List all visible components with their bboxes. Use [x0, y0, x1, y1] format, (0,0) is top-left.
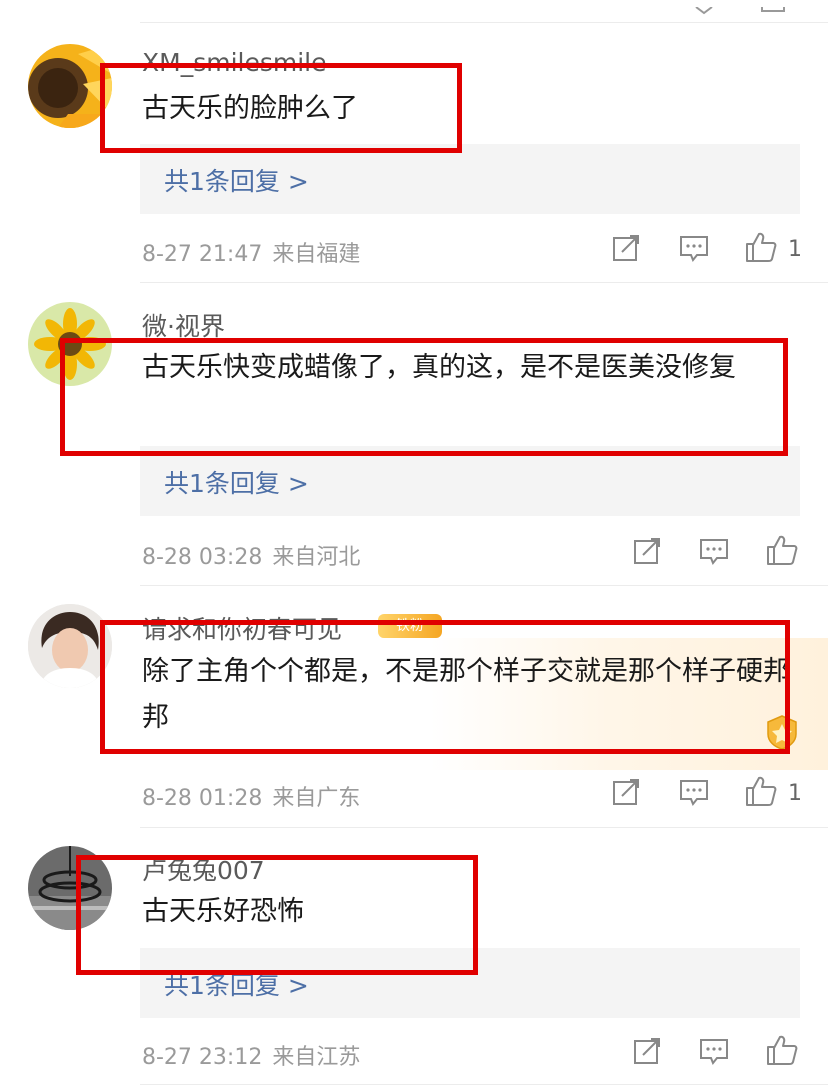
comment-icon[interactable]	[678, 776, 710, 808]
comment-time: 8-27 23:12	[142, 1045, 263, 1070]
comment-meta: 8-28 03:28 来自河北	[142, 539, 360, 571]
comment-meta: 8-27 23:12 来自江苏	[142, 1039, 360, 1071]
comment-meta: 8-27 21:47 来自福建	[142, 236, 360, 268]
divider	[140, 282, 828, 283]
thumbs-up-icon[interactable]	[744, 230, 777, 262]
divider	[140, 827, 828, 828]
highlight-box	[76, 855, 478, 975]
thumbs-up-icon[interactable]	[765, 533, 798, 565]
divider	[140, 22, 828, 23]
comment-time: 8-27 21:47	[142, 242, 263, 267]
comment-location: 来自广东	[272, 786, 361, 811]
share-icon[interactable]	[631, 1035, 663, 1067]
share-icon[interactable]	[631, 535, 663, 567]
previous-comment-actions	[690, 0, 810, 19]
comment-icon[interactable]	[698, 535, 730, 567]
comment-time: 8-28 03:28	[142, 545, 263, 570]
thumbs-up-icon[interactable]	[744, 774, 777, 806]
comment-meta: 8-28 01:28 来自广东	[142, 780, 360, 812]
highlight-box	[100, 63, 462, 153]
thumbs-up-icon[interactable]	[765, 1033, 798, 1065]
divider	[140, 585, 828, 586]
comment-time: 8-28 01:28	[142, 786, 263, 811]
highlight-box	[100, 620, 790, 754]
share-icon[interactable]	[610, 232, 642, 264]
comment-location: 来自福建	[272, 242, 361, 267]
reply-summary[interactable]: 共1条回复 >	[140, 446, 800, 516]
like-count: 1	[788, 781, 802, 806]
reply-link[interactable]: 共1条回复 >	[164, 464, 309, 500]
comment-location: 来自江苏	[272, 1045, 361, 1070]
comment-icon[interactable]	[698, 1035, 730, 1067]
comment-icon[interactable]	[678, 232, 710, 264]
reply-summary[interactable]: 共1条回复 >	[140, 144, 800, 214]
comment-location: 来自河北	[272, 545, 361, 570]
divider	[140, 1084, 828, 1085]
reply-link[interactable]: 共1条回复 >	[164, 162, 309, 198]
highlight-box	[60, 338, 788, 456]
like-count: 1	[788, 237, 802, 262]
share-icon[interactable]	[610, 776, 642, 808]
